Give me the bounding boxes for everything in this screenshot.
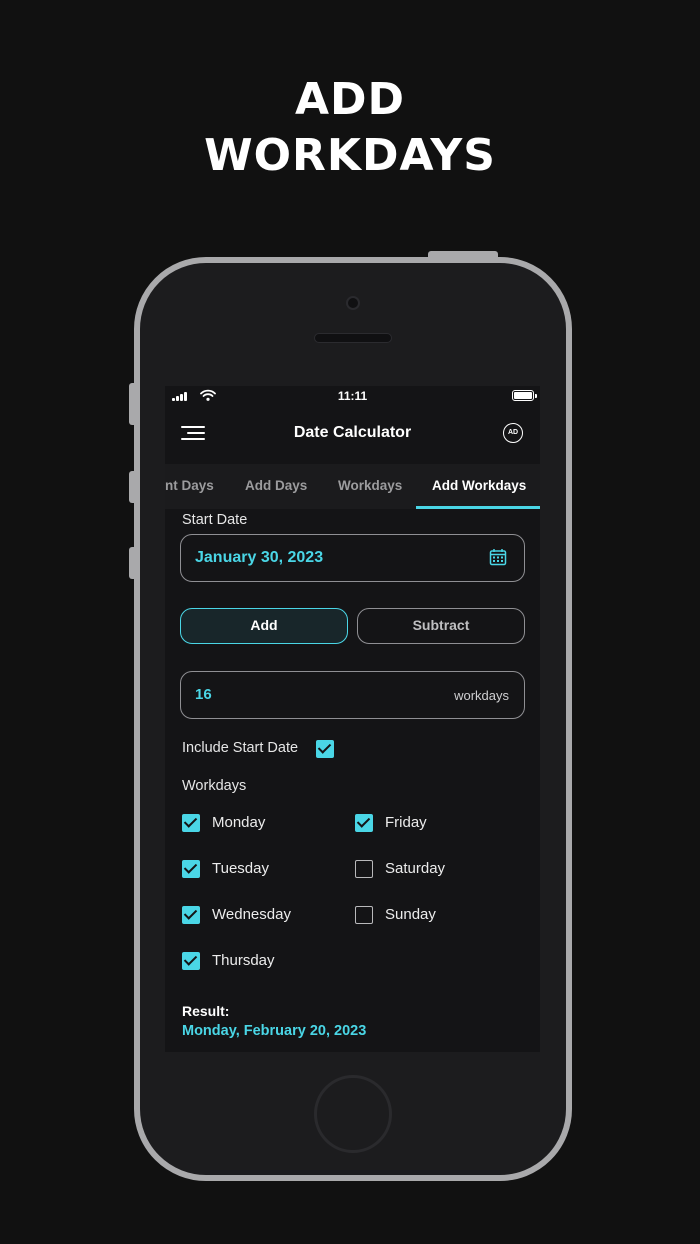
start-date-label: Start Date bbox=[182, 512, 248, 528]
thursday-label: Thursday bbox=[212, 952, 275, 969]
thursday-checkbox[interactable] bbox=[182, 952, 200, 970]
tab-workdays[interactable]: Workdays bbox=[338, 478, 402, 493]
remove-ads-icon[interactable]: AD bbox=[503, 423, 523, 443]
headline-line-2: WORKDAYS bbox=[204, 130, 496, 181]
headline-line-1: ADD bbox=[294, 74, 406, 125]
status-bar: 11:11 bbox=[165, 386, 540, 406]
include-start-date-checkbox[interactable] bbox=[316, 740, 334, 758]
tab-count-days[interactable]: nt Days bbox=[165, 478, 214, 493]
monday-label: Monday bbox=[212, 814, 266, 831]
friday-label: Friday bbox=[385, 814, 427, 831]
sunday-label: Sunday bbox=[385, 906, 436, 923]
tab-add-days[interactable]: Add Days bbox=[245, 478, 307, 493]
start-date-field[interactable]: January 30, 2023 bbox=[180, 534, 525, 582]
active-tab-indicator bbox=[416, 506, 540, 509]
result-value: Monday, February 20, 2023 bbox=[182, 1023, 367, 1039]
saturday-checkbox[interactable] bbox=[355, 860, 373, 878]
tuesday-checkbox[interactable] bbox=[182, 860, 200, 878]
page-title: Date Calculator bbox=[293, 424, 412, 441]
subtract-button[interactable]: Subtract bbox=[357, 608, 525, 644]
earpiece-speaker bbox=[314, 333, 392, 343]
include-start-date-label: Include Start Date bbox=[182, 740, 299, 756]
workdays-quantity-field[interactable]: 16 workdays bbox=[180, 671, 525, 719]
result-title: Result: bbox=[182, 1003, 230, 1019]
tab-bar: nt Days Add Days Workdays Add Workdays bbox=[165, 464, 540, 509]
navigation-bar: Date Calculator AD bbox=[165, 416, 540, 450]
workdays-unit-label: workdays bbox=[454, 688, 509, 703]
wednesday-label: Wednesday bbox=[212, 906, 291, 923]
add-button[interactable]: Add bbox=[180, 608, 348, 644]
front-camera bbox=[346, 296, 360, 310]
monday-checkbox[interactable] bbox=[182, 814, 200, 832]
home-button bbox=[314, 1075, 392, 1153]
sunday-checkbox[interactable] bbox=[355, 906, 373, 924]
tuesday-label: Tuesday bbox=[212, 860, 269, 877]
app-screen: 11:11 Date Calculator AD nt Days Add Day… bbox=[165, 386, 540, 1052]
status-time: 11:11 bbox=[337, 389, 368, 403]
friday-checkbox[interactable] bbox=[355, 814, 373, 832]
workdays-quantity-value: 16 bbox=[195, 686, 212, 703]
tab-add-workdays[interactable]: Add Workdays bbox=[432, 478, 526, 493]
headline: ADD WORKDAYS bbox=[0, 72, 700, 184]
start-date-value: January 30, 2023 bbox=[195, 549, 324, 566]
battery-icon bbox=[512, 390, 537, 401]
wednesday-checkbox[interactable] bbox=[182, 906, 200, 924]
saturday-label: Saturday bbox=[385, 860, 446, 877]
calendar-icon[interactable] bbox=[489, 548, 507, 566]
workdays-label: Workdays bbox=[182, 778, 247, 794]
